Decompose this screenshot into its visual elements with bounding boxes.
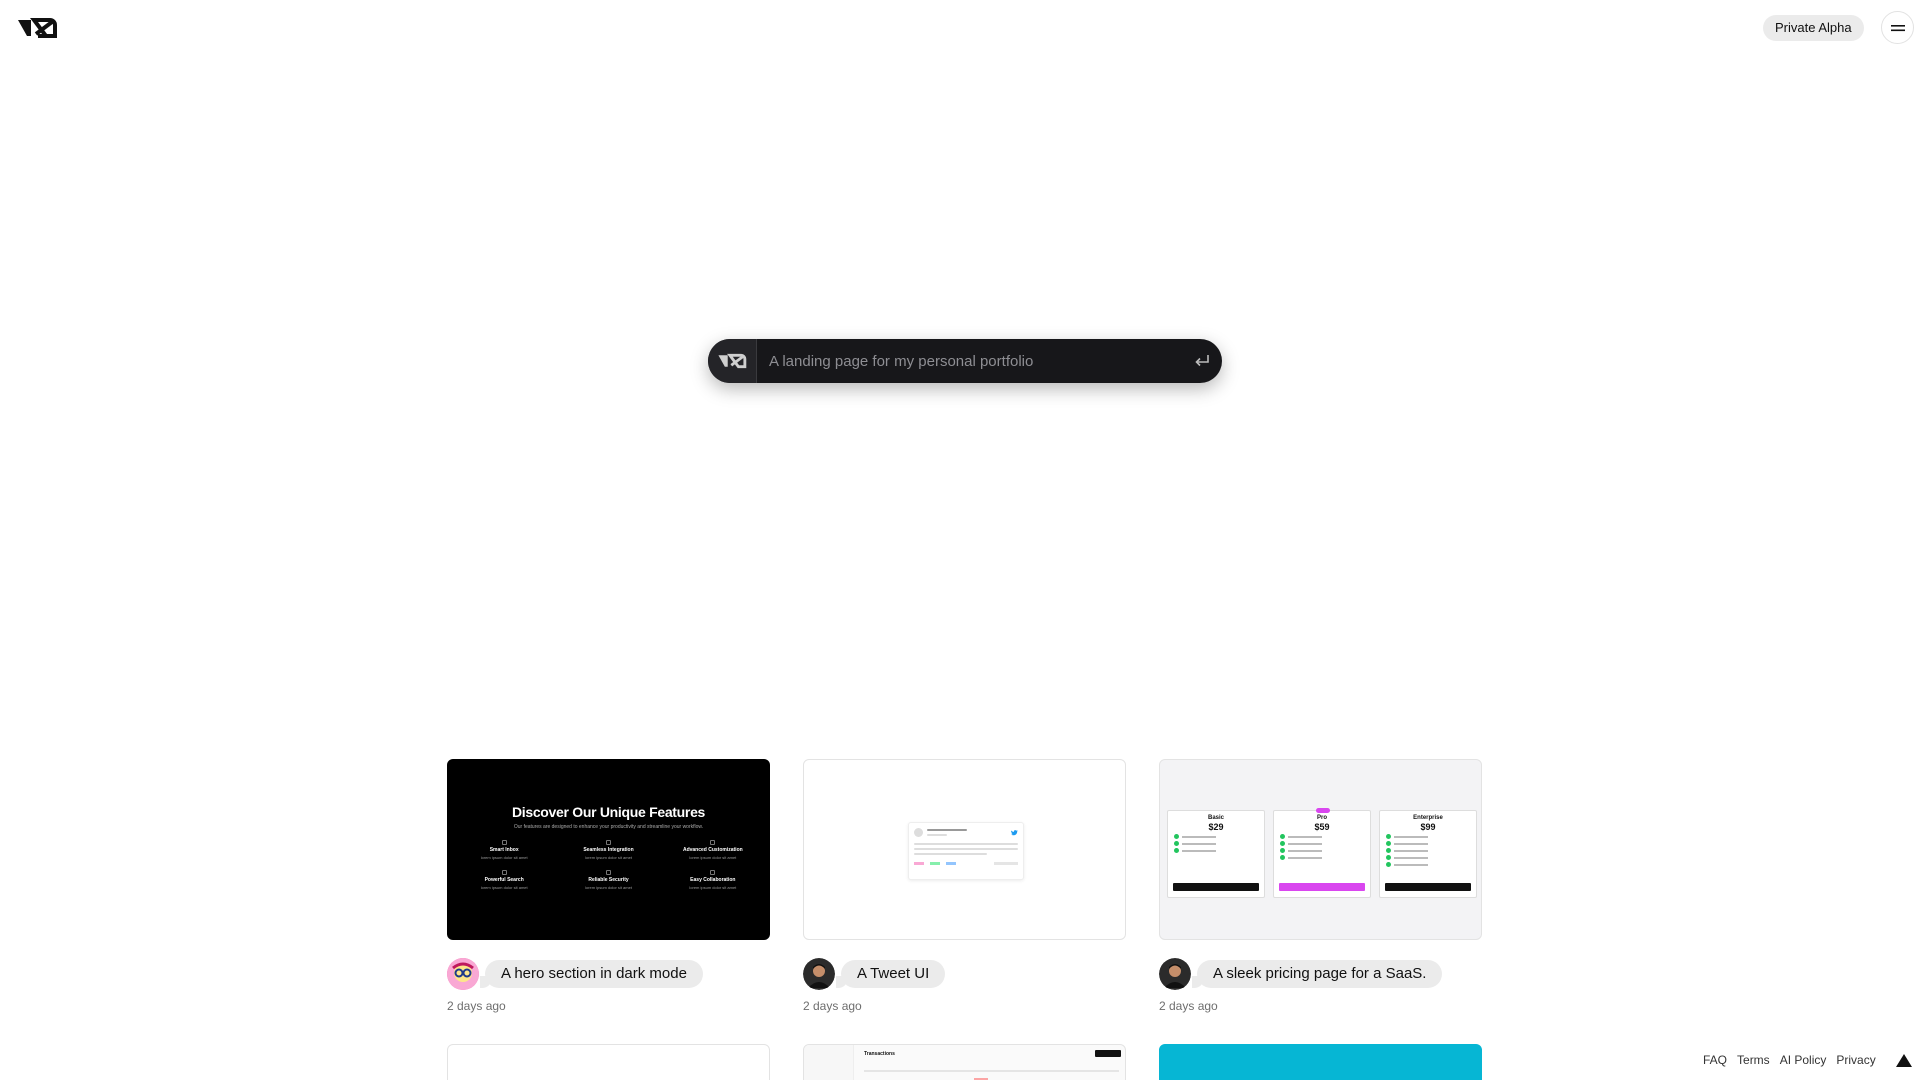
- footer-link-faq[interactable]: FAQ: [1703, 1053, 1727, 1067]
- private-alpha-badge: Private Alpha: [1763, 15, 1864, 41]
- prompt-input[interactable]: [757, 339, 1182, 383]
- card-title[interactable]: A hero section in dark mode: [480, 960, 703, 988]
- pricing-plan: Pro $59: [1273, 808, 1371, 898]
- pricing-plan: Enterprise $99: [1379, 810, 1477, 898]
- preview-feature: Reliable Security lorem ipsum dolor sit a…: [560, 870, 656, 890]
- v0-logo[interactable]: [16, 14, 58, 42]
- footer-link-privacy[interactable]: Privacy: [1836, 1053, 1875, 1067]
- card-timestamp: 2 days ago: [1159, 999, 1218, 1013]
- tweet-preview: [908, 822, 1024, 880]
- preview-feature: Smart Inbox lorem ipsum dolor sit amet: [456, 840, 552, 860]
- preview-feature: Easy Collaboration lorem ipsum dolor sit …: [665, 870, 761, 890]
- preview-heading: Discover Our Unique Features: [511, 804, 706, 820]
- card-title[interactable]: A Tweet UI: [835, 960, 946, 988]
- gallery-card-thumbnail[interactable]: [1159, 1044, 1482, 1080]
- submit-button[interactable]: [1182, 339, 1222, 383]
- gallery-card-thumbnail[interactable]: [447, 1044, 770, 1080]
- gallery-card[interactable]: Basic $29 Pro $59 Enterprise $99 A sleek…: [1159, 759, 1482, 1013]
- card-thumbnail[interactable]: Basic $29 Pro $59 Enterprise $99: [1159, 759, 1482, 940]
- footer: FAQ Terms AI Policy Privacy: [1703, 1053, 1912, 1067]
- v0-logo-icon: [18, 18, 57, 38]
- hamburger-icon: [1890, 24, 1905, 31]
- preview-feature: Powerful Search lorem ipsum dolor sit ame…: [456, 870, 552, 890]
- card-timestamp: 2 days ago: [803, 999, 862, 1013]
- avatar-icon: [1159, 958, 1191, 990]
- enter-icon: [1195, 355, 1209, 367]
- avatar-icon: [803, 958, 835, 990]
- menu-button[interactable]: [1881, 11, 1914, 44]
- avatar[interactable]: [803, 958, 835, 990]
- footer-link-ai-policy[interactable]: AI Policy: [1780, 1053, 1827, 1067]
- gallery-card[interactable]: Discover Our Unique Features Our feature…: [447, 759, 770, 1013]
- preview-feature: Seamless Integration lorem ipsum dolor si…: [560, 840, 656, 860]
- card-timestamp: 2 days ago: [447, 999, 506, 1013]
- card-thumbnail[interactable]: Discover Our Unique Features Our feature…: [447, 759, 770, 940]
- v0-logo-icon: [718, 353, 747, 369]
- bird-icon: [1011, 829, 1018, 835]
- avatar[interactable]: [1159, 958, 1191, 990]
- prompt-bar: [708, 339, 1222, 383]
- card-thumbnail[interactable]: [803, 759, 1126, 940]
- preview-feature: Advanced Customization lorem ipsum dolor …: [665, 840, 761, 860]
- gallery-card-thumbnail[interactable]: Transactions: [803, 1044, 1126, 1080]
- avatar-icon: [447, 958, 479, 990]
- preview-heading: Transactions: [864, 1051, 895, 1057]
- avatar[interactable]: [447, 958, 479, 990]
- vercel-triangle-icon[interactable]: [1895, 1053, 1912, 1067]
- footer-link-terms[interactable]: Terms: [1737, 1053, 1770, 1067]
- gallery-card[interactable]: A Tweet UI 2 days ago: [803, 759, 1126, 1013]
- card-title[interactable]: A sleek pricing page for a SaaS.: [1191, 960, 1443, 988]
- prompt-logo: [708, 339, 757, 383]
- pricing-plan: Basic $29: [1167, 810, 1265, 898]
